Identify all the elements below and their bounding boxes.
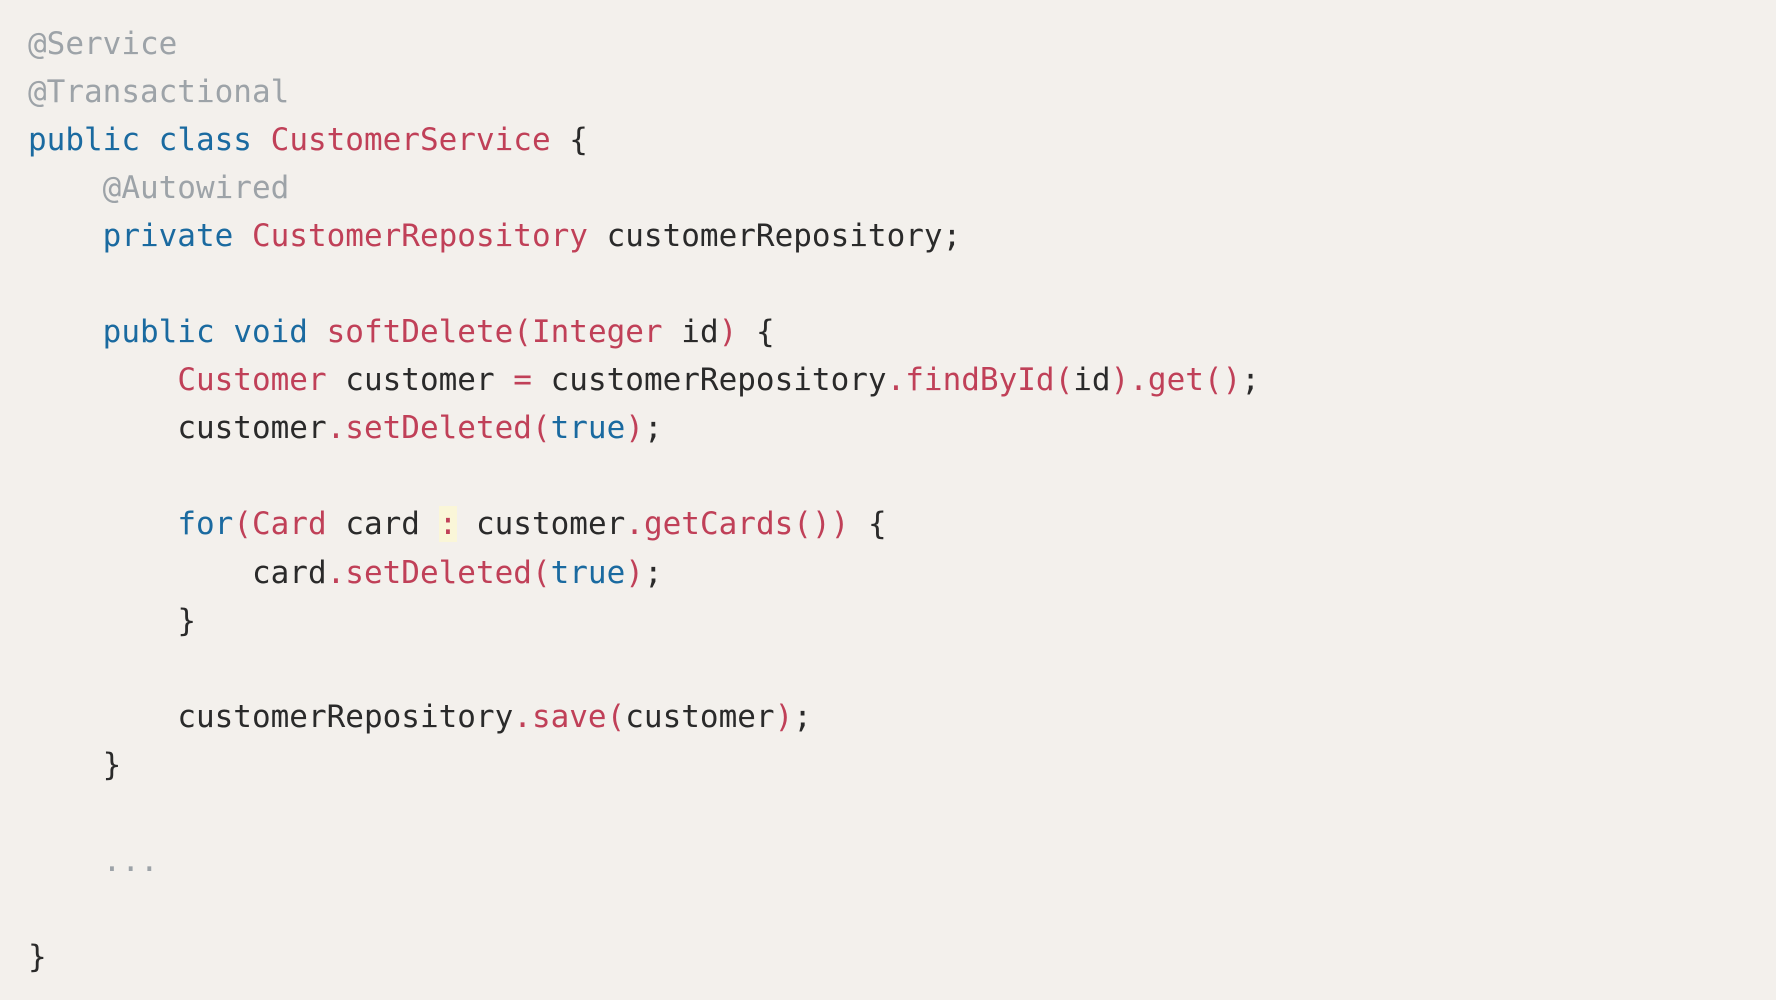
brace-close: } (28, 939, 47, 975)
foreach-colon: : (439, 506, 458, 542)
paren-close: ) (625, 555, 644, 591)
type-customerrepository: CustomerRepository (252, 218, 588, 254)
semicolon: ; (644, 555, 663, 591)
code-block: @Service @Transactional public class Cus… (28, 20, 1748, 981)
brace-close: } (103, 747, 122, 783)
field-customerrepository: customerRepository (607, 218, 943, 254)
paren-open: ( (793, 506, 812, 542)
paren-close: ) (625, 410, 644, 446)
type-integer: Integer (532, 314, 663, 350)
keyword-void: void (233, 314, 308, 350)
code-container: @Service @Transactional public class Cus… (0, 0, 1776, 1000)
paren-open: ( (233, 506, 252, 542)
keyword-true: true (551, 410, 626, 446)
dot: . (327, 410, 346, 446)
keyword-class: class (159, 122, 252, 158)
semicolon: ; (1241, 362, 1260, 398)
param-id: id (681, 314, 718, 350)
var-card: card (345, 506, 420, 542)
paren-open: ( (1204, 362, 1223, 398)
obj-customer: customer (177, 410, 326, 446)
annotation-autowired: @Autowired (103, 170, 290, 206)
obj-customerrepository: customerRepository (177, 699, 513, 735)
method-findbyid: findById (905, 362, 1054, 398)
paren-open: ( (1055, 362, 1074, 398)
method-getcards: getCards (644, 506, 793, 542)
paren-close: ) (775, 699, 794, 735)
method-get: get (1148, 362, 1204, 398)
brace-open: { (569, 122, 588, 158)
method-softdelete: softDelete (327, 314, 514, 350)
type-customerservice: CustomerService (271, 122, 551, 158)
brace-close: } (177, 603, 196, 639)
arg-customer: customer (625, 699, 774, 735)
keyword-private: private (103, 218, 234, 254)
ellipsis: ... (103, 843, 159, 879)
brace-open: { (868, 506, 887, 542)
var-customer: customer (345, 362, 494, 398)
obj-card: card (252, 555, 327, 591)
dot: . (327, 555, 346, 591)
paren-open: ( (607, 699, 626, 735)
obj-customer: customer (476, 506, 625, 542)
dot: . (887, 362, 906, 398)
paren-close: ) (812, 506, 831, 542)
dot: . (1129, 362, 1148, 398)
type-card: Card (252, 506, 327, 542)
paren-open: ( (532, 410, 551, 446)
semicolon: ; (943, 218, 962, 254)
annotation-service: @Service (28, 26, 177, 62)
paren-open: ( (513, 314, 532, 350)
method-save: save (532, 699, 607, 735)
keyword-public: public (103, 314, 215, 350)
keyword-for: for (177, 506, 233, 542)
dot: . (625, 506, 644, 542)
paren-close: ) (1111, 362, 1130, 398)
brace-open: { (756, 314, 775, 350)
operator-equals: = (513, 362, 532, 398)
arg-id: id (1073, 362, 1110, 398)
method-setdeleted: setDeleted (345, 555, 532, 591)
paren-close: ) (831, 506, 850, 542)
paren-open: ( (532, 555, 551, 591)
keyword-true: true (551, 555, 626, 591)
dot: . (513, 699, 532, 735)
semicolon: ; (644, 410, 663, 446)
annotation-transactional: @Transactional (28, 74, 289, 110)
paren-close: ) (1223, 362, 1242, 398)
semicolon: ; (793, 699, 812, 735)
obj-customerrepository: customerRepository (551, 362, 887, 398)
paren-close: ) (719, 314, 738, 350)
type-customer: Customer (177, 362, 326, 398)
method-setdeleted: setDeleted (345, 410, 532, 446)
keyword-public: public (28, 122, 140, 158)
